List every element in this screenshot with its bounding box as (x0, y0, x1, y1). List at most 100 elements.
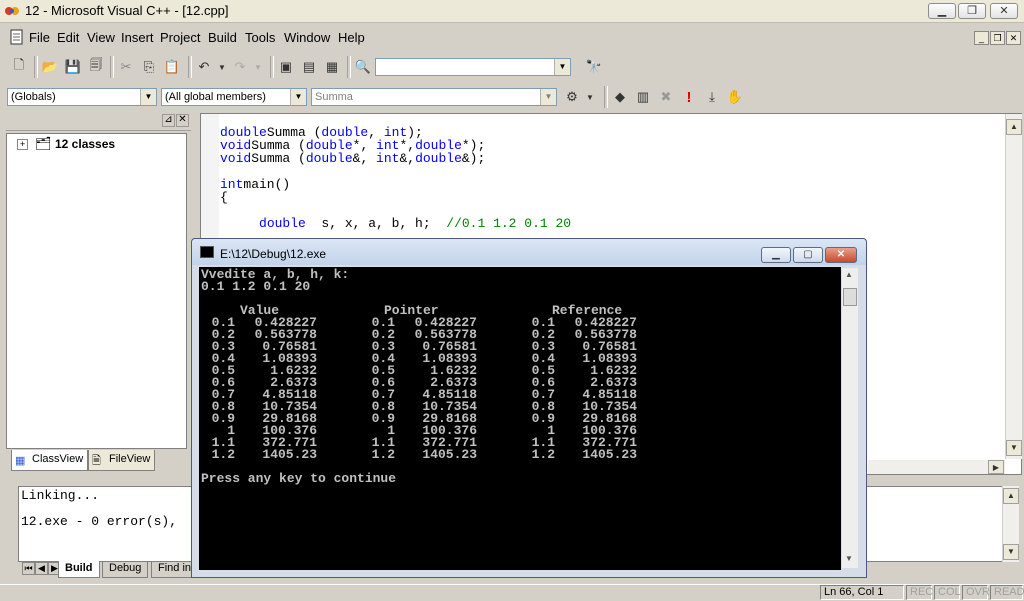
code-text: Summa ( (251, 151, 306, 166)
mdi-minimize-button[interactable]: _ (974, 31, 989, 45)
dropdown-arrow-icon[interactable]: ▼ (540, 89, 556, 105)
tab-first-icon[interactable]: ⏮ (22, 562, 35, 575)
menu-build[interactable]: Build (208, 30, 237, 45)
tab-build[interactable]: Build (58, 561, 100, 578)
scroll-up-icon[interactable]: ▲ (845, 270, 853, 279)
close-icon: ✕ (999, 5, 1009, 17)
scroll-up-icon[interactable]: ▲ (1006, 119, 1022, 135)
fileview-icon: 🗎 (92, 455, 101, 467)
scroll-down-icon[interactable]: ▼ (1003, 544, 1019, 560)
standard-toolbar: 🗋 📂 💾 🗐 ✂ ⎘ 📋 ↶ ▼ ↷ ▼ ▣ ▤ ▦ 🔍 ▼ 🔭 (0, 52, 1024, 82)
console-footer: Press any key to continue (201, 471, 397, 486)
workspace-restore-icon[interactable]: ⊿ (162, 114, 175, 127)
undo-icon[interactable]: ↶ (194, 57, 214, 77)
tab-fileview-label: FileView (109, 453, 151, 465)
menu-edit[interactable]: Edit (57, 30, 79, 45)
redo-icon[interactable]: ↷ (230, 57, 250, 77)
scope-combo[interactable]: (Globals) ▼ (7, 88, 157, 106)
mdi-restore-button[interactable]: ❐ (990, 31, 1005, 45)
console-vertical-scrollbar[interactable]: ▲ ▼ (842, 268, 858, 568)
scroll-down-icon[interactable]: ▼ (1006, 440, 1022, 456)
editor-vertical-scrollbar[interactable]: ▲ ▼ (1005, 114, 1022, 459)
dropdown-arrow-icon[interactable]: ▼ (554, 59, 570, 75)
stop-build-icon[interactable]: ✖ (656, 87, 676, 107)
editor-horizontal-scrollbar[interactable]: ▶ (868, 460, 1005, 474)
console-reference-result: 1405.23 (582, 447, 637, 462)
scroll-right-icon[interactable]: ▶ (988, 460, 1004, 474)
menu-window[interactable]: Window (284, 30, 330, 45)
console-maximize-button[interactable]: ▢ (793, 247, 823, 263)
tree-root-label[interactable]: 12 classes (55, 137, 115, 151)
dropdown-arrow-icon[interactable]: ▼ (290, 89, 306, 105)
menu-tools[interactable]: Tools (245, 30, 275, 45)
dropdown-arrow-icon[interactable]: ▼ (140, 89, 156, 105)
wizard-action-icon[interactable]: ⚙ (562, 87, 582, 107)
tab-fileview[interactable]: 🗎 FileView (88, 450, 156, 471)
wizard-action-dropdown-icon[interactable]: ▼ (580, 87, 600, 107)
members-combo[interactable]: (All global members) ▼ (161, 88, 307, 106)
visual-cpp-icon (5, 7, 19, 15)
menu-help[interactable]: Help (338, 30, 365, 45)
console-close-button[interactable]: ✕ (825, 247, 857, 263)
save-all-icon[interactable]: 🗐 (86, 57, 106, 77)
maximize-button[interactable]: ❐ (958, 3, 986, 19)
output-vertical-scrollbar[interactable]: ▲ ▼ (1002, 486, 1019, 562)
copy-icon[interactable]: ⎘ (139, 57, 159, 77)
output-tab-scroll[interactable]: ⏮ ◀ ▶ (22, 561, 62, 575)
tab-prev-icon[interactable]: ◀ (35, 562, 48, 575)
minimize-button[interactable]: ▁ (928, 3, 956, 19)
output-line: Linking... (21, 488, 100, 503)
code-line: voidSumma (double&, int&,double&); (220, 151, 485, 166)
expand-icon[interactable]: + (17, 139, 28, 150)
paste-icon[interactable]: 📋 (162, 57, 182, 77)
mdi-close-button[interactable]: ✕ (1006, 31, 1021, 45)
find-icon[interactable]: 🔭 (584, 57, 604, 77)
window-list-icon[interactable]: ▦ (322, 57, 342, 77)
wizard-bar: (Globals) ▼ (All global members) ▼ Summa… (0, 83, 1024, 113)
menu-file[interactable]: File (29, 30, 50, 45)
find-in-files-icon[interactable]: 🔍 (353, 57, 373, 77)
workspace-icon[interactable]: ▣ (276, 57, 296, 77)
console-app-icon (200, 246, 214, 258)
restore-icon: ❐ (967, 5, 977, 17)
save-icon[interactable]: 💾 (63, 57, 83, 77)
new-text-file-icon[interactable]: 🗋 (9, 57, 29, 77)
code-keyword: double (259, 216, 306, 231)
go-icon[interactable]: ⤓ (702, 87, 722, 107)
open-folder-icon[interactable]: 📂 (40, 57, 60, 77)
function-combo[interactable]: Summa ▼ (311, 88, 557, 106)
code-line: double s, x, a, b, h; //0.1 1.2 0.1 20 (220, 216, 571, 231)
console-value-x: 1.2 (211, 447, 235, 462)
cut-icon[interactable]: ✂ (116, 57, 136, 77)
code-keyword: int (376, 151, 400, 166)
tab-debug[interactable]: Debug (102, 561, 149, 578)
compile-icon[interactable]: ◆ (610, 87, 630, 107)
console-title: E:\12\Debug\12.exe (220, 247, 327, 261)
menu-insert[interactable]: Insert (121, 30, 154, 45)
output-icon[interactable]: ▤ (299, 57, 319, 77)
tab-classview[interactable]: ▦ ClassView (11, 450, 89, 471)
code-keyword: double (305, 151, 353, 166)
tab-classview-label: ClassView (32, 453, 84, 465)
find-combo[interactable]: ▼ (375, 58, 571, 76)
workspace-close-icon[interactable]: ✕ (176, 114, 189, 127)
build-icon[interactable]: ▥ (633, 87, 653, 107)
scroll-down-icon[interactable]: ▼ (845, 554, 853, 563)
redo-dropdown-icon[interactable]: ▼ (248, 57, 268, 77)
code-line: { (220, 190, 228, 205)
code-comment: //0.1 1.2 0.1 20 (446, 216, 572, 231)
breakpoint-hand-icon[interactable]: ✋ (725, 87, 745, 107)
menu-view[interactable]: View (87, 30, 115, 45)
execute-icon[interactable]: ! (679, 87, 699, 107)
output-line: 12.exe - 0 error(s), (21, 514, 178, 529)
scope-value: (Globals) (11, 91, 56, 103)
document-icon[interactable] (10, 29, 24, 45)
class-tree: + 🗂 12 classes (6, 133, 187, 449)
menu-project[interactable]: Project (160, 30, 200, 45)
close-button[interactable]: ✕ (990, 3, 1018, 19)
window-title: 12 - Microsoft Visual C++ - [12.cpp] (25, 3, 229, 18)
console-minimize-button[interactable]: ▁ (761, 247, 791, 263)
scroll-up-icon[interactable]: ▲ (1003, 488, 1019, 504)
undo-dropdown-icon[interactable]: ▼ (212, 57, 232, 77)
scroll-thumb[interactable] (843, 288, 857, 306)
